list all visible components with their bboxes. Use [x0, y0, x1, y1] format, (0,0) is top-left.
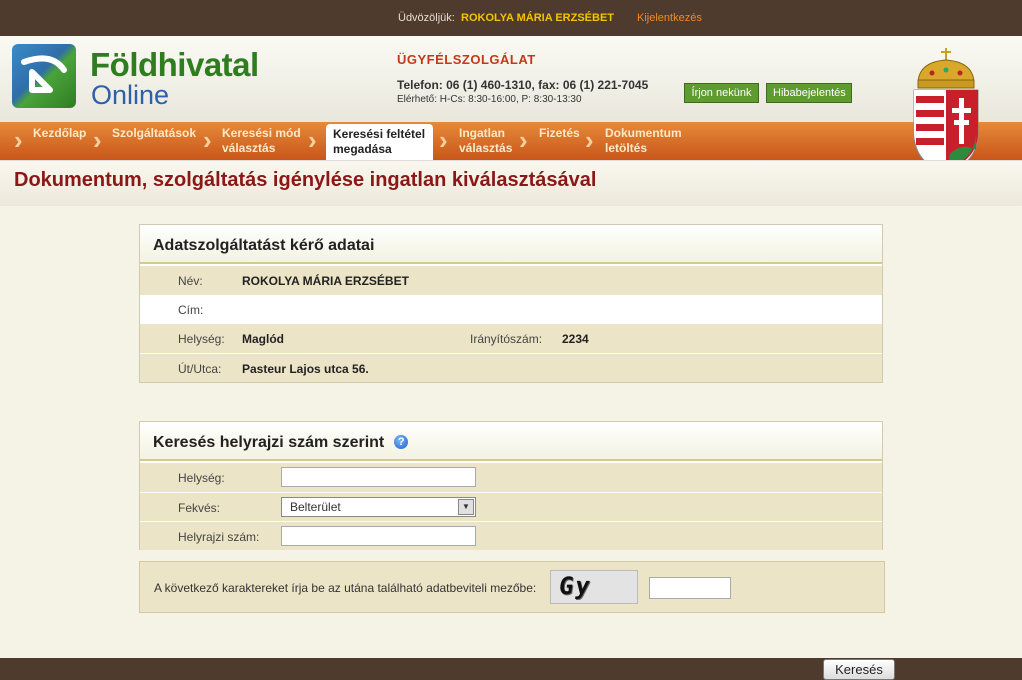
site-header: Földhivatal Online ÜGYFÉLSZOLGÁLAT Telef… — [0, 36, 1022, 122]
service-title: ÜGYFÉLSZOLGÁLAT — [397, 52, 536, 67]
site-logo-icon[interactable] — [12, 44, 76, 108]
parcel-number-input[interactable] — [281, 526, 476, 546]
captcha-image: Gy TX — [550, 570, 638, 604]
chevron-right-icon: › — [308, 125, 317, 155]
search-button[interactable]: Keresés — [823, 659, 895, 680]
name-value: ROKOLYA MÁRIA ERZSÉBET — [242, 274, 409, 288]
search-location-label: Fekvés: — [178, 501, 221, 515]
search-heading: Keresés helyrajzi szám szerint? — [140, 422, 882, 461]
location-select[interactable]: Belterület ▼ — [281, 497, 476, 517]
search-row-city: Helység: — [140, 463, 882, 492]
captcha-input[interactable] — [649, 577, 731, 599]
nav-step-payment[interactable]: Fizetés — [539, 126, 580, 141]
bug-report-button[interactable]: Hibabejelentés — [766, 83, 852, 103]
requester-heading: Adatszolgáltatást kérő adatai — [140, 225, 882, 264]
nav-step-home[interactable]: Kezdőlap — [33, 126, 86, 141]
logout-link[interactable]: Kijelentkezés — [637, 12, 702, 24]
captcha-image-text: Gy TX — [553, 572, 594, 603]
search-city-input[interactable] — [281, 467, 476, 487]
city-value: Maglód — [242, 332, 284, 346]
zip-label: Irányítószám: — [470, 332, 543, 346]
address-label: Cím: — [178, 303, 204, 317]
nav-step-search-mode[interactable]: Keresési mód választás — [222, 126, 301, 156]
chevron-right-icon: › — [14, 125, 23, 155]
nav-step-search-criteria[interactable]: Keresési feltétel megadása — [326, 124, 433, 160]
page-title: Dokumentum, szolgáltatás igénylése ingat… — [14, 169, 597, 191]
requester-row-city: Helység: Maglód Irányítószám: 2234 — [140, 324, 882, 353]
brand-line2: Online — [91, 80, 170, 110]
street-value: Pasteur Lajos utca 56. — [242, 362, 369, 376]
chevron-right-icon: › — [93, 125, 102, 155]
top-bar: Üdvözöljük: ROKOLYA MÁRIA ERZSÉBET Kijel… — [0, 0, 1022, 36]
chevron-right-icon: › — [585, 125, 594, 155]
parcel-search-panel: Keresés helyrajzi szám szerint? Helység:… — [139, 421, 883, 550]
page-title-bar: Dokumentum, szolgáltatás igénylése ingat… — [0, 160, 1022, 206]
city-label: Helység: — [178, 332, 225, 346]
chevron-right-icon: › — [203, 125, 212, 155]
dropdown-arrow-icon[interactable]: ▼ — [458, 499, 474, 515]
requester-heading-text: Adatszolgáltatást kérő adatai — [153, 237, 375, 254]
name-label: Név: — [178, 274, 203, 288]
service-hours: Elérhető: H-Cs: 8:30-16:00, P: 8:30-13:3… — [397, 94, 582, 105]
zip-value: 2234 — [562, 332, 589, 346]
step-navigation: › Kezdőlap › Szolgáltatások › Keresési m… — [0, 122, 1022, 160]
brand-line1: Földhivatal — [90, 46, 259, 83]
captcha-prompt: A következő karaktereket írja be az után… — [154, 581, 537, 595]
help-icon[interactable]: ? — [394, 435, 409, 449]
service-phone: Telefon: 06 (1) 460-1310, fax: 06 (1) 22… — [397, 78, 649, 92]
search-row-location: Fekvés: Belterület ▼ — [140, 492, 882, 521]
nav-step-property-select[interactable]: Ingatlan választás — [459, 126, 512, 156]
requester-row-street: Út/Utca: Pasteur Lajos utca 56. — [140, 353, 882, 382]
chevron-right-icon: › — [519, 125, 528, 155]
captcha-panel: A következő karaktereket írja be az után… — [139, 561, 885, 613]
search-heading-text: Keresés helyrajzi szám szerint — [153, 434, 385, 451]
chevron-right-icon: › — [439, 125, 448, 155]
user-name: ROKOLYA MÁRIA ERZSÉBET — [461, 12, 615, 24]
welcome-label: Üdvözöljük: — [398, 12, 455, 24]
requester-panel: Adatszolgáltatást kérő adatai Név: ROKOL… — [139, 224, 883, 383]
write-us-button[interactable]: Írjon nekünk — [684, 83, 759, 103]
requester-row-name: Név: ROKOLYA MÁRIA ERZSÉBET — [140, 266, 882, 295]
search-city-label: Helység: — [178, 471, 225, 485]
search-parcel-label: Helyrajzi szám: — [178, 530, 260, 544]
requester-row-address: Cím: — [140, 295, 882, 324]
coat-of-arms-icon — [913, 48, 979, 173]
nav-step-document-download[interactable]: Dokumentum letöltés — [605, 126, 682, 156]
nav-step-services[interactable]: Szolgáltatások — [112, 126, 196, 141]
search-row-parcel: Helyrajzi szám: — [140, 521, 882, 550]
location-select-value: Belterület — [290, 500, 341, 514]
street-label: Út/Utca: — [178, 362, 222, 376]
